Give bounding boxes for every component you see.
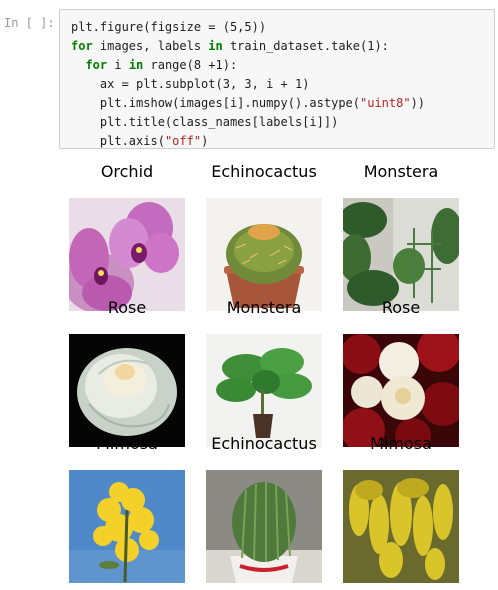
keyword-for: for xyxy=(85,58,108,72)
subplot-title: Monstera xyxy=(226,298,302,317)
code-line-7-b: ) xyxy=(201,134,209,148)
monstera-pot-photo xyxy=(206,334,322,447)
code-line-6: plt.title(class_names[labels[i]]) xyxy=(99,115,339,129)
code-line-5-b: )) xyxy=(410,96,426,110)
cactus-pot-photo xyxy=(206,198,322,311)
subplot-title: Monstera xyxy=(363,162,439,181)
string-literal: "off" xyxy=(164,134,202,148)
keyword-in: in xyxy=(128,58,144,72)
mimosa-branches-photo xyxy=(343,470,459,583)
keyword-in: in xyxy=(208,39,223,53)
cactus-closeup-photo xyxy=(206,470,322,583)
code-line-4: ax = plt.subplot(3, 3, i + 1) xyxy=(99,77,310,91)
keyword-for: for xyxy=(71,39,93,53)
orchid-photo xyxy=(69,198,185,311)
code-line-5-a: plt.imshow(images[i].numpy().astype( xyxy=(99,96,360,110)
code-line-3-text: i xyxy=(107,58,129,72)
subplot-title: Mimosa xyxy=(370,434,432,453)
string-literal: "uint8" xyxy=(360,96,411,110)
subplot-title: Mimosa xyxy=(96,434,158,453)
subplot-title: Echinocactus xyxy=(211,434,317,453)
subplot-title: Rose xyxy=(381,298,421,317)
code-line-1: plt.figure(figsize = (5,5)) xyxy=(71,20,267,34)
input-prompt: In [ ]: xyxy=(4,16,55,30)
subplot-title: Orchid xyxy=(100,162,154,181)
subplot-title: Rose xyxy=(107,298,147,317)
white-rose-photo xyxy=(69,334,185,447)
code-editor[interactable]: plt.figure(figsize = (5,5)) for images, … xyxy=(59,9,495,149)
code-text[interactable]: plt.figure(figsize = (5,5)) for images, … xyxy=(71,18,425,151)
code-line-2-tail: train_dataset.take(1): xyxy=(222,39,389,53)
code-line-2-text: images, labels xyxy=(92,39,209,53)
code-line-7-a: plt.axis( xyxy=(99,134,165,148)
rose-bouquet-photo xyxy=(343,334,459,447)
output-area: Orchid Echinocactus Monstera Rose Monste… xyxy=(60,152,498,583)
code-line-3-tail: range(8 +1): xyxy=(143,58,238,72)
mimosa-sky-photo xyxy=(69,470,185,583)
subplot-title: Echinocactus xyxy=(211,162,317,181)
monstera-indoor-photo xyxy=(343,198,459,311)
